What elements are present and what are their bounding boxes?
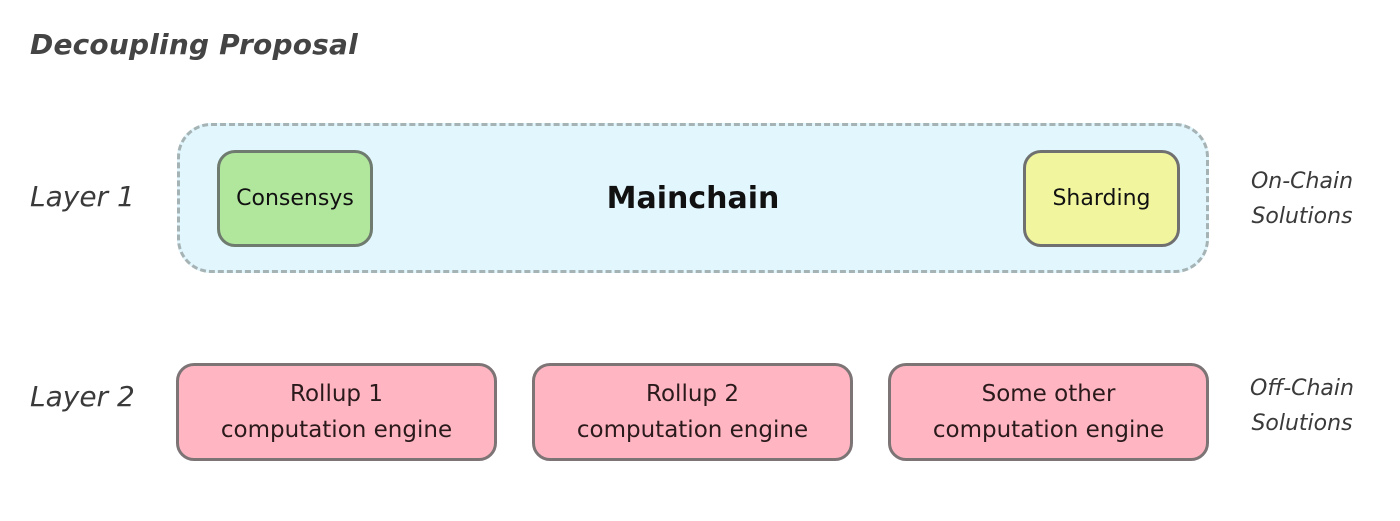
off-chain-solutions-label: Off-Chain Solutions (1242, 371, 1362, 441)
layer-1-label: Layer 1 (30, 180, 135, 213)
on-chain-solutions-label: On-Chain Solutions (1242, 164, 1362, 234)
consensys-label: Consensys (236, 186, 354, 211)
sharding-label: Sharding (1052, 186, 1151, 211)
other-engine-line2: computation engine (932, 417, 1165, 443)
on-chain-line1: On-Chain (1250, 169, 1354, 194)
rollup-1-line2: computation engine (220, 417, 453, 443)
layer-2-label: Layer 2 (30, 380, 135, 413)
diagram-title: Decoupling Proposal (30, 28, 358, 61)
rollup-2-line2: computation engine (576, 417, 809, 443)
off-chain-line2: Solutions (1251, 411, 1353, 436)
rollup-1-line1: Rollup 1 (290, 381, 383, 407)
consensys-module: Consensys (217, 150, 373, 247)
other-engine-line1: Some other (981, 381, 1116, 407)
rollup-1-engine: Rollup 1 computation engine (176, 363, 497, 461)
sharding-module: Sharding (1023, 150, 1180, 247)
other-computation-engine: Some other computation engine (888, 363, 1209, 461)
off-chain-line1: Off-Chain (1250, 376, 1354, 401)
rollup-2-engine: Rollup 2 computation engine (532, 363, 853, 461)
on-chain-line2: Solutions (1251, 204, 1353, 229)
rollup-2-line1: Rollup 2 (646, 381, 739, 407)
